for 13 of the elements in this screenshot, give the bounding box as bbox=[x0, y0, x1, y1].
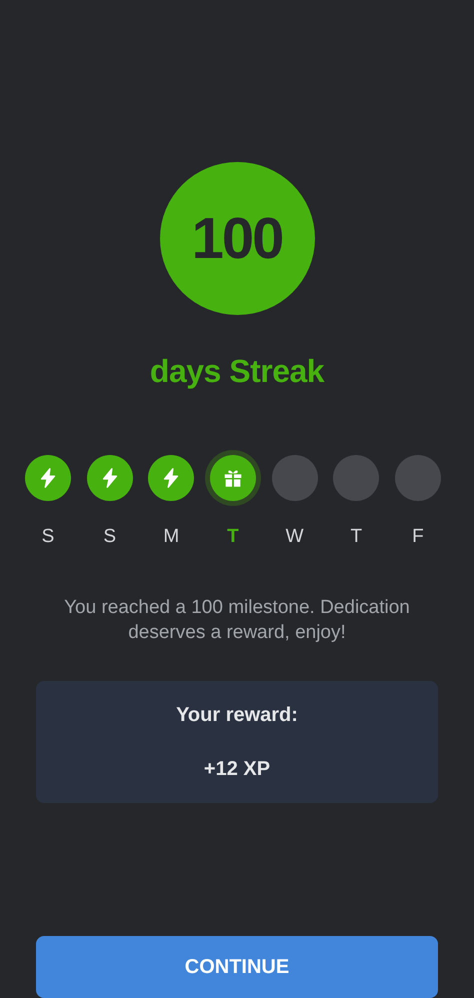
day-letter: F bbox=[412, 525, 424, 550]
day-letter: W bbox=[286, 525, 304, 550]
day-letter: S bbox=[42, 525, 54, 550]
continue-button[interactable]: CONTINUE bbox=[36, 936, 438, 998]
day-letter: T bbox=[227, 525, 239, 550]
streak-label: days Streak bbox=[150, 352, 324, 392]
day-letter: M bbox=[163, 525, 180, 550]
streak-count: 100 bbox=[160, 162, 314, 316]
reward-value: +12 XP bbox=[204, 756, 270, 782]
milestone-message: You reached a 100 milestone. Dedication deserves a reward, enjoy! bbox=[63, 596, 411, 646]
reward-title: Your reward: bbox=[176, 702, 298, 728]
day-letter: T bbox=[350, 525, 362, 550]
day-letter: S bbox=[103, 525, 116, 550]
